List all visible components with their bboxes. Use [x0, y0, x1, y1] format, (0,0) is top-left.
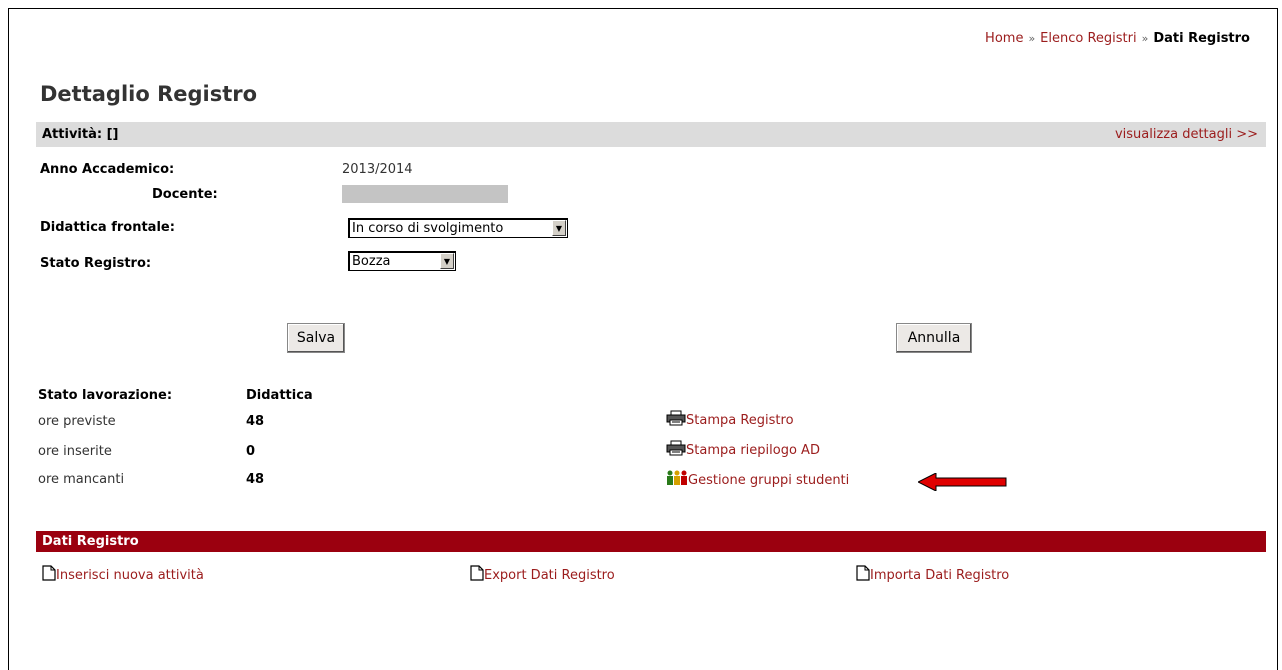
importa-link[interactable]: Importa Dati Registro [870, 568, 1009, 583]
details-link[interactable]: visualizza dettagli >> [1115, 127, 1258, 142]
stats-header-value: Didattica [246, 388, 313, 403]
printer-icon [666, 440, 686, 460]
anno-value: 2013/2014 [342, 162, 413, 177]
importa-item[interactable]: Importa Dati Registro [856, 565, 1009, 585]
breadcrumb: Home » Elenco Registri » Dati Registro [985, 31, 1250, 46]
stampa-riepilogo-link[interactable]: Stampa riepilogo AD [686, 443, 820, 458]
activity-label: Attività: [] [42, 127, 119, 142]
stampa-registro-item[interactable]: Stampa Registro [666, 410, 794, 430]
document-icon [856, 565, 870, 585]
chevron-down-icon: ▼ [440, 253, 454, 269]
anno-label: Anno Accademico: [40, 162, 175, 177]
stat-value: 48 [246, 472, 265, 487]
export-link[interactable]: Export Dati Registro [484, 568, 615, 583]
chevron-down-icon: ▼ [552, 220, 566, 236]
save-button[interactable]: Salva [287, 323, 345, 353]
stat-value: 0 [246, 444, 256, 459]
cancel-button[interactable]: Annulla [896, 323, 972, 353]
docente-label: Docente: [152, 187, 218, 202]
didattica-select-value: In corso di svolgimento [352, 220, 504, 236]
stat-value: 48 [246, 414, 265, 429]
inserisci-item[interactable]: Inserisci nuova attività [42, 565, 204, 585]
stampa-registro-link[interactable]: Stampa Registro [686, 413, 794, 428]
stats-header-label: Stato lavorazione: [38, 388, 173, 403]
inserisci-link[interactable]: Inserisci nuova attività [56, 568, 204, 583]
printer-icon [666, 410, 686, 430]
didattica-select[interactable]: In corso di svolgimento ▼ [348, 218, 568, 238]
group-icon [666, 470, 688, 490]
stat-label: ore inserite [38, 444, 112, 459]
stato-select-value: Bozza [352, 253, 391, 269]
breadcrumb-separator: » [1141, 32, 1149, 45]
docente-value-redacted [342, 185, 508, 203]
document-icon [42, 565, 56, 585]
stampa-riepilogo-item[interactable]: Stampa riepilogo AD [666, 440, 820, 460]
arrow-left-icon [916, 472, 1008, 495]
stat-label: ore mancanti [38, 472, 125, 487]
gestione-gruppi-item[interactable]: Gestione gruppi studenti [666, 470, 849, 490]
stato-select[interactable]: Bozza ▼ [348, 251, 456, 271]
stato-label: Stato Registro: [40, 256, 152, 271]
export-item[interactable]: Export Dati Registro [470, 565, 615, 585]
breadcrumb-current: Dati Registro [1153, 31, 1250, 46]
document-icon [470, 565, 484, 585]
didattica-label: Didattica frontale: [40, 220, 175, 235]
gestione-gruppi-link[interactable]: Gestione gruppi studenti [688, 473, 849, 488]
breadcrumb-separator: » [1028, 32, 1036, 45]
breadcrumb-home[interactable]: Home [985, 31, 1023, 46]
breadcrumb-list[interactable]: Elenco Registri [1040, 31, 1136, 46]
activity-bar: Attività: [] visualizza dettagli >> [36, 122, 1266, 147]
page-title: Dettaglio Registro [40, 82, 258, 106]
dati-registro-header: Dati Registro [36, 531, 1266, 552]
stat-label: ore previste [38, 414, 116, 429]
